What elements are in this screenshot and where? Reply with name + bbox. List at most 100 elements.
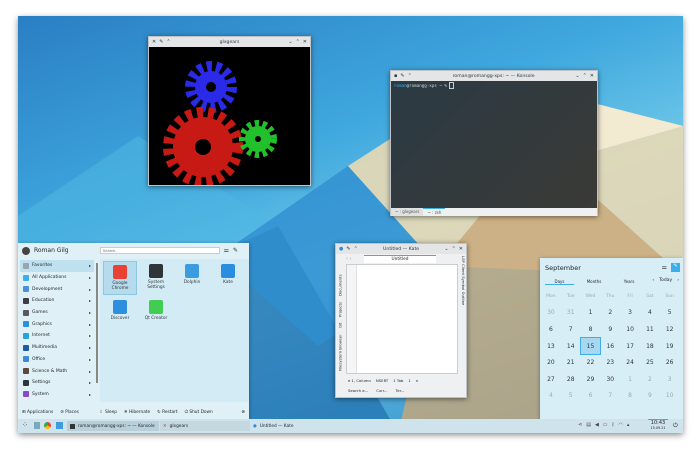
task-kate[interactable]: ● Untitled — Kate [250,421,340,431]
day-cell[interactable]: 1 [620,371,640,388]
day-cell[interactable]: 17 [620,338,640,355]
minimize-button[interactable]: ⌄ [444,246,448,252]
day-cell[interactable]: 27 [541,371,561,388]
day-cell[interactable]: 9 [600,321,620,338]
app-tile[interactable]: Kate [211,261,245,285]
bluetooth-icon[interactable]: ᛒ [612,422,615,428]
maximize-button[interactable]: ⌃ [452,246,456,252]
day-cell[interactable]: 14 [561,338,581,355]
day-cell[interactable]: 8 [620,388,640,405]
app-tile[interactable]: System Settings [139,261,173,290]
documents-tab[interactable]: Documents [338,274,343,296]
keep-above-icon[interactable]: ⌃ [408,73,412,79]
indent-setting[interactable]: 1 Tab [393,378,403,383]
day-cell[interactable]: 24 [620,354,640,371]
day-cell[interactable]: 19 [660,338,680,355]
category-item[interactable]: All Applications ▸ [20,272,94,284]
titlebar[interactable]: ● ✎ ⌃ Untitled — Kate ⌄ ⌃ ✕ [336,244,466,254]
projects-tab[interactable]: Projects [338,302,343,317]
app-tile[interactable]: Discover [103,297,137,321]
show-desktop-icon[interactable] [34,422,40,429]
maximize-button[interactable]: ⌃ [296,39,300,45]
day-cell[interactable]: 21 [561,354,581,371]
configure-icon[interactable]: ⚌ [224,247,229,254]
day-cell[interactable]: 30 [541,305,561,322]
encoding[interactable]: 1 [408,378,410,383]
minimize-button[interactable]: ⌄ [288,39,292,45]
expand-tray-icon[interactable]: ▴ [627,422,630,428]
launcher-button[interactable]: ⁘ [22,421,28,429]
months-tab[interactable]: Months [574,279,614,285]
task-konsole[interactable]: roman@romangg-xps: ~ — Konsole [67,421,159,431]
day-cell[interactable]: 2 [600,305,620,322]
day-cell[interactable]: 7 [561,321,581,338]
category-item[interactable]: System ▸ [20,389,94,401]
day-cell[interactable]: 16 [600,338,620,355]
network-share-icon[interactable]: ⋖ [578,422,582,428]
editor-area[interactable]: 1 [346,264,458,374]
category-item[interactable]: Multimedia ▸ [20,342,94,354]
scrollbar[interactable] [96,263,98,383]
keep-above-icon[interactable]: ⌃ [166,39,170,45]
volume-icon[interactable]: ◀ [595,422,599,428]
search-input[interactable] [99,247,220,254]
restart-button[interactable]: ↻ Restart [157,410,177,415]
close-button[interactable]: ✕ [459,246,463,252]
titlebar[interactable]: ▪ ✎ ⌃ roman@romangg-xps: ~ — Konsole ⌄ ⌃ ✕ [391,71,597,81]
wifi-icon[interactable]: ◠ [619,422,623,428]
day-cell[interactable]: 18 [640,338,660,355]
close-button[interactable]: ✕ [590,73,594,79]
pin-icon[interactable]: ✎ [159,39,163,45]
day-cell[interactable]: 5 [561,388,581,405]
filesystem-browser-tab[interactable]: Filesystem Browser [338,334,343,371]
previous-month-button[interactable]: ‹ [652,278,654,283]
category-item[interactable]: Games ▸ [20,307,94,319]
close-button[interactable]: ✕ [303,39,307,45]
day-cell[interactable]: 4 [541,388,561,405]
nav-arrows[interactable]: ‹ › [346,256,352,262]
document-tab[interactable]: Untitled [364,255,436,263]
day-cell[interactable]: 1 [581,305,601,322]
day-cell[interactable]: 7 [600,388,620,405]
git-tab[interactable]: Git [338,323,343,329]
terminal-area[interactable]: roman@romangg-xps ~ % [391,81,597,208]
pin-icon[interactable]: ✎ [400,73,404,79]
mode[interactable]: n [416,378,418,383]
cursor-position[interactable]: e 1, Column [348,378,371,383]
category-item[interactable]: Internet ▸ [20,330,94,342]
day-cell[interactable]: 8 [581,321,601,338]
day-cell[interactable]: 31 [561,305,581,322]
day-cell[interactable]: 9 [640,388,660,405]
day-cell[interactable]: 20 [541,354,561,371]
clipboard-icon[interactable]: ▤ [586,422,591,428]
avatar[interactable] [22,246,30,255]
app-tile[interactable]: Dolphin [175,261,209,285]
configure-icon[interactable]: ⚌ [662,264,667,271]
shutdown-button[interactable]: ⏻ Shut Down [185,410,213,415]
sleep-button[interactable]: ☾ Sleep [100,410,117,415]
display-icon[interactable]: ▭ [603,422,608,428]
app-tile[interactable]: Qt Creator [139,297,173,321]
pin-button[interactable]: ✎ [671,263,680,272]
category-item[interactable]: Graphics ▸ [20,318,94,330]
current-project-tab[interactable]: Curr... [376,388,387,393]
app-tile[interactable]: Google Chrome [103,261,137,295]
applications-tab[interactable]: ⊞ Applications [22,410,53,415]
power-icon[interactable]: ⏻ [673,422,678,430]
day-cell[interactable]: 25 [640,354,660,371]
day-cell[interactable]: 23 [600,354,620,371]
pin-icon[interactable]: ✎ [346,246,350,252]
day-cell[interactable]: 12 [660,321,680,338]
hibernate-button[interactable]: ❄ Hibernate [124,410,150,415]
search-tab[interactable]: Search a... [348,388,368,393]
tab-zsh[interactable]: ~ : zsh [423,208,446,216]
day-cell[interactable]: 28 [561,371,581,388]
chrome-icon[interactable] [44,422,51,429]
titlebar[interactable]: ✕ ✎ ⌃ glxgears ⌄ ⌃ ✕ [149,37,310,47]
next-month-button[interactable]: › [677,278,679,283]
minimize-button[interactable]: ⌄ [575,73,579,79]
day-cell[interactable]: 3 [620,305,640,322]
input-mode[interactable]: NSERT [376,378,388,383]
day-cell[interactable]: 13 [541,338,561,355]
day-cell[interactable]: 29 [581,371,601,388]
